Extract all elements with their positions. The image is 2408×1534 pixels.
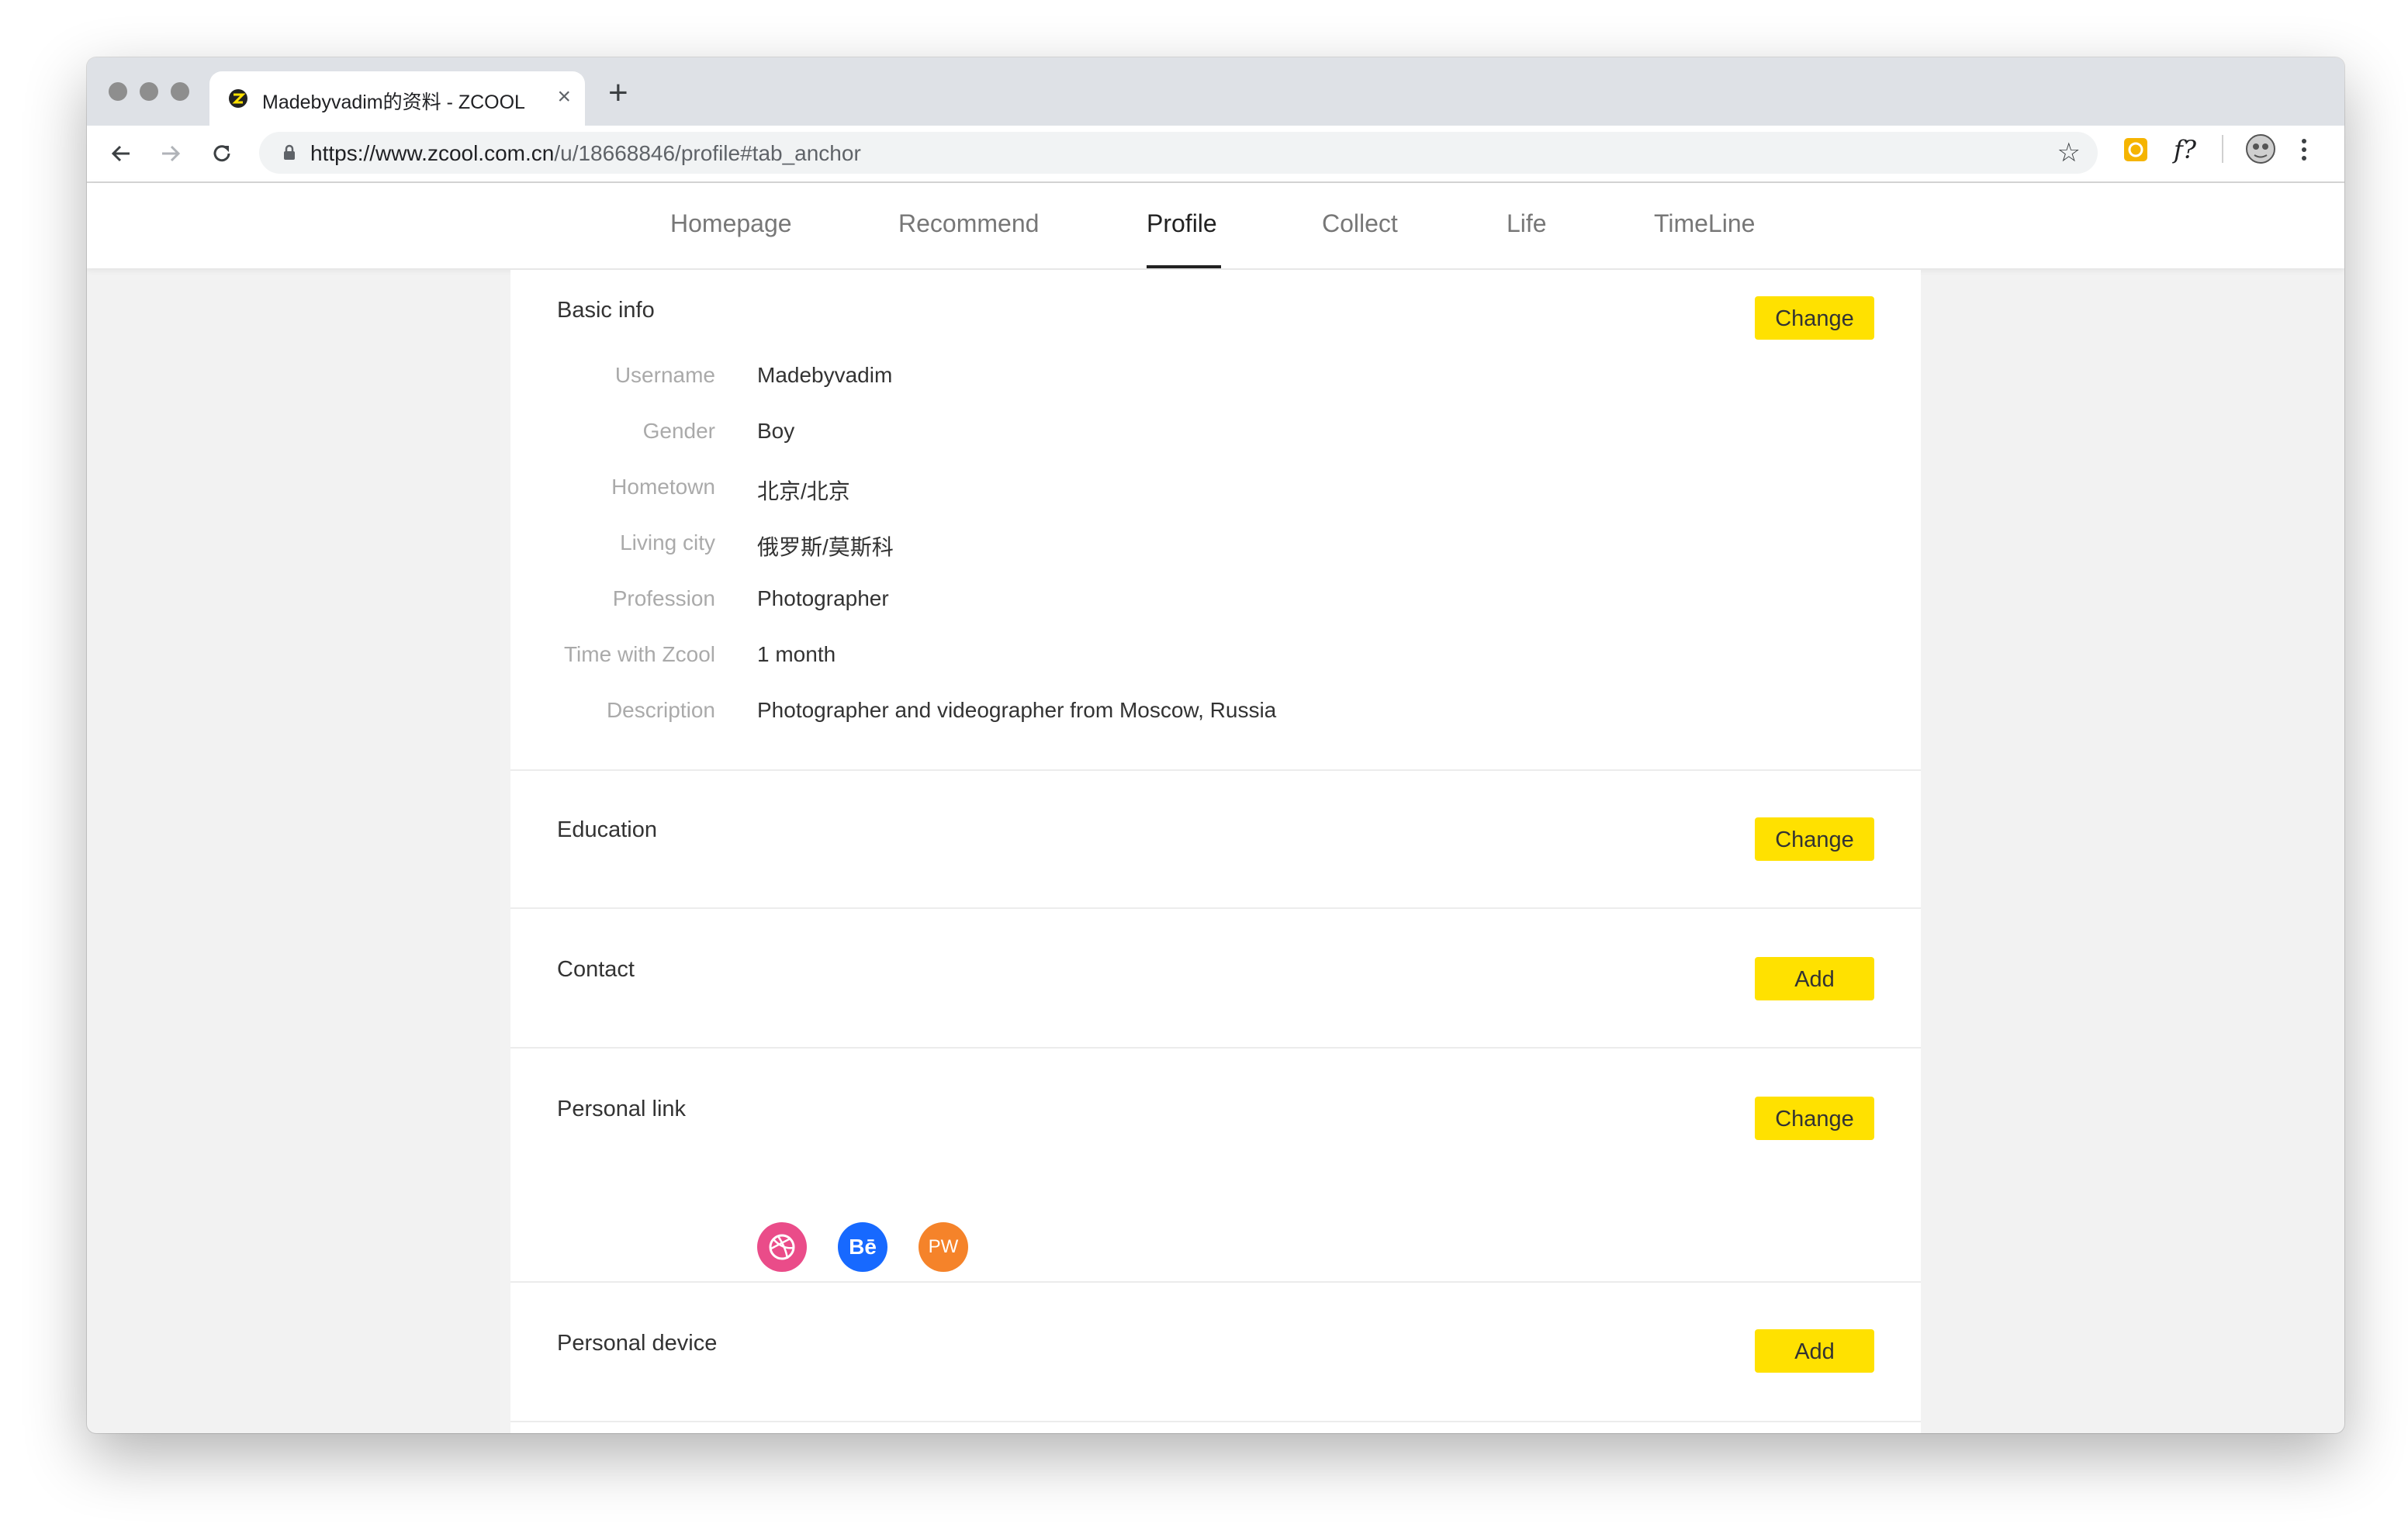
- gender-value: Boy: [757, 419, 795, 443]
- basic-info-change-button[interactable]: Change: [1755, 296, 1874, 340]
- browser-tab[interactable]: Madebyvadim的资料 - ZCOOL ×: [209, 71, 585, 126]
- browser-window: Madebyvadim的资料 - ZCOOL × + https://www.z…: [87, 57, 2344, 1433]
- username-label: Username: [614, 363, 715, 387]
- profession-label: Profession: [612, 586, 715, 610]
- nav-collect[interactable]: Collect: [1322, 209, 1398, 238]
- personal-link-title: Personal link: [557, 1097, 687, 1121]
- back-button[interactable]: [102, 135, 140, 172]
- education-section: Education Change: [510, 771, 1921, 909]
- bookmark-star-icon[interactable]: ☆: [2057, 140, 2081, 166]
- url-path: /u/18668846/profile#tab_anchor: [554, 141, 861, 165]
- close-window-button[interactable]: [109, 82, 127, 101]
- forward-arrow-icon: [162, 145, 181, 162]
- tab-strip: Madebyvadim的资料 - ZCOOL × +: [87, 57, 2344, 126]
- profile-nav: Homepage Recommend Profile Collect Life …: [87, 183, 2344, 268]
- behance-icon[interactable]: Bē: [838, 1222, 887, 1272]
- address-bar[interactable]: https://www.zcool.com.cn/u/18668846/prof…: [259, 132, 2098, 174]
- profile-content: Basic info Change Username Madebyvadim G…: [510, 270, 1921, 1433]
- description-label: Description: [606, 698, 715, 722]
- back-arrow-icon: [111, 145, 130, 162]
- extension-camera-icon[interactable]: [2123, 136, 2149, 167]
- nav-recommend[interactable]: Recommend: [898, 209, 1039, 238]
- personal-device-section: Personal device Add: [510, 1283, 1921, 1422]
- more-menu-icon[interactable]: [2299, 136, 2309, 167]
- username-value: Madebyvadim: [757, 363, 893, 387]
- nav-timeline[interactable]: TimeLine: [1654, 209, 1755, 238]
- forward-button[interactable]: [152, 135, 189, 172]
- profile-avatar[interactable]: [2245, 133, 2276, 168]
- contact-section: Contact Add: [510, 909, 1921, 1049]
- basic-info-section: Basic info Change Username Madebyvadim G…: [510, 270, 1921, 771]
- personal-device-add-button[interactable]: Add: [1755, 1329, 1874, 1373]
- living-city-value: 俄罗斯/莫斯科: [757, 535, 894, 559]
- url-host: https://www.zcool.com.cn: [310, 141, 555, 165]
- personal-link-section: Personal link Change: [510, 1049, 1921, 1283]
- gender-label: Gender: [642, 419, 715, 443]
- maximize-window-button[interactable]: [171, 82, 189, 101]
- basic-info-title: Basic info: [557, 298, 655, 323]
- personal-link-change-button[interactable]: Change: [1755, 1097, 1874, 1140]
- reload-icon: [213, 145, 230, 162]
- minimize-window-button[interactable]: [140, 82, 158, 101]
- nav-homepage[interactable]: Homepage: [670, 209, 792, 238]
- dribbble-icon[interactable]: [757, 1222, 807, 1272]
- url-text: https://www.zcool.com.cn/u/18668846/prof…: [310, 141, 861, 166]
- nav-profile[interactable]: Profile: [1147, 209, 1217, 238]
- zcool-favicon-icon: [229, 89, 247, 108]
- profession-value: Photographer: [757, 586, 889, 610]
- hometown-value: 北京/北京: [757, 479, 850, 503]
- education-change-button[interactable]: Change: [1755, 817, 1874, 861]
- hometown-label: Hometown: [611, 475, 715, 499]
- time-with-zcool-value: 1 month: [757, 642, 836, 666]
- toolbar-divider: [2222, 135, 2223, 163]
- extension-font-icon[interactable]: f?: [2174, 135, 2196, 164]
- contact-add-button[interactable]: Add: [1755, 957, 1874, 1000]
- lock-icon: [284, 144, 295, 160]
- new-tab-icon[interactable]: +: [608, 76, 628, 110]
- browser-toolbar: https://www.zcool.com.cn/u/18668846/prof…: [87, 126, 2344, 183]
- close-tab-icon[interactable]: ×: [557, 84, 571, 110]
- contact-title: Contact: [557, 957, 635, 982]
- description-value: Photographer and videographer from Mosco…: [757, 698, 1277, 722]
- nav-life[interactable]: Life: [1507, 209, 1547, 238]
- tab-title: Madebyvadim的资料 - ZCOOL: [262, 92, 525, 113]
- time-with-zcool-label: Time with Zcool: [563, 642, 715, 666]
- dribbble-glyph-icon: [769, 1234, 795, 1260]
- education-title: Education: [557, 817, 657, 842]
- active-tab-underline: [1147, 265, 1221, 268]
- living-city-label: Living city: [620, 530, 715, 555]
- reload-button[interactable]: [203, 135, 240, 172]
- personal-device-title: Personal device: [557, 1331, 718, 1356]
- pw-icon[interactable]: PW: [919, 1222, 968, 1272]
